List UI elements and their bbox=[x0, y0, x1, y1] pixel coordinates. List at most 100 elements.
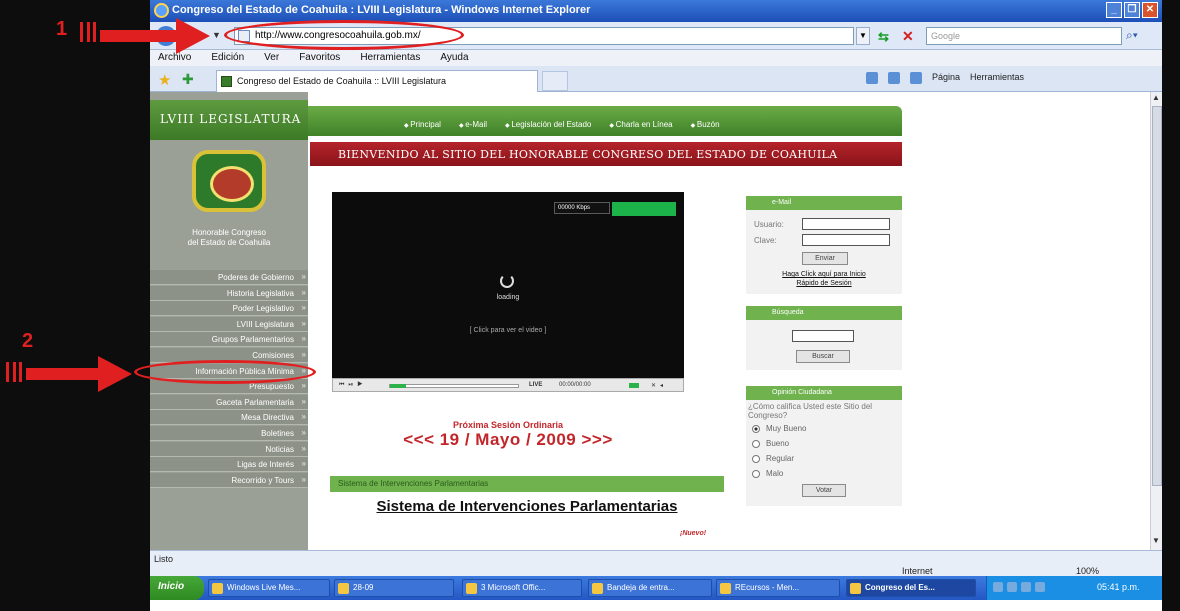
search-icon[interactable]: ⌕▾ bbox=[1126, 28, 1152, 44]
nav-principal[interactable]: Principal bbox=[404, 120, 441, 129]
menu-favoritos[interactable]: Favoritos bbox=[299, 52, 340, 66]
menu-ayuda[interactable]: Ayuda bbox=[440, 52, 468, 66]
stop-icon[interactable]: ✕ bbox=[902, 28, 914, 45]
radio-icon[interactable] bbox=[752, 454, 760, 463]
video-player[interactable]: 00000 Kbps loading [ Click para ver el v… bbox=[332, 192, 684, 378]
ie-logo-icon bbox=[154, 3, 169, 18]
task-windows-live[interactable]: Windows Live Mes... bbox=[208, 579, 330, 597]
task-congreso[interactable]: Congreso del Es... bbox=[846, 579, 976, 597]
annotation-number-2: 2 bbox=[22, 330, 34, 352]
tools-menu[interactable]: Herramientas bbox=[970, 72, 1024, 84]
poll-option-bueno[interactable]: Bueno bbox=[752, 439, 789, 448]
zoom-level[interactable]: 100% bbox=[1076, 566, 1099, 576]
nav-charla[interactable]: Charla en Línea bbox=[609, 120, 673, 129]
next-session-label: Próxima Sesión Ordinaria bbox=[452, 420, 564, 430]
poll-option-muy-bueno[interactable]: Muy Bueno bbox=[752, 424, 806, 433]
quick-login-link[interactable]: Haga Click aquí para Inicio Rápido de Se… bbox=[746, 270, 902, 288]
minimize-button[interactable]: _ bbox=[1106, 2, 1122, 18]
vote-button[interactable]: Votar bbox=[802, 484, 846, 497]
address-dropdown-icon[interactable]: ▼ bbox=[856, 27, 870, 45]
side-menu-item[interactable]: Ligas de Interés bbox=[150, 457, 308, 473]
side-menu-item[interactable]: Recorrido y Tours bbox=[150, 472, 308, 488]
system-tray: 05:41 p.m. bbox=[986, 576, 1162, 600]
send-button[interactable]: Enviar bbox=[802, 252, 848, 265]
side-menu-item[interactable]: Historia Legislativa bbox=[150, 285, 308, 301]
nav-email[interactable]: e-Mail bbox=[459, 120, 487, 129]
page-content: LVIII LEGISLATURA Honorable Congreso del… bbox=[150, 92, 1150, 550]
security-tray-icon[interactable] bbox=[1021, 582, 1031, 592]
scroll-down-icon[interactable]: ▼ bbox=[1152, 536, 1160, 545]
click-to-play-hint[interactable]: [ Click para ver el video ] bbox=[332, 327, 684, 334]
browser-window: Congreso del Estado de Coahuila : LVIII … bbox=[150, 0, 1162, 611]
messenger-icon bbox=[212, 583, 223, 594]
scroll-up-icon[interactable]: ▲ bbox=[1152, 93, 1160, 102]
nav-legislacion[interactable]: Legislación del Estado bbox=[505, 120, 591, 129]
menu-ver[interactable]: Ver bbox=[264, 52, 279, 66]
email-widget-header: e-Mail bbox=[746, 196, 902, 210]
task-office[interactable]: 3 Microsoft Offic... bbox=[462, 579, 582, 597]
menu-edicion[interactable]: Edición bbox=[211, 52, 244, 66]
side-menu-item[interactable]: Noticias bbox=[150, 441, 308, 457]
volume-tray-icon[interactable] bbox=[1007, 582, 1017, 592]
favorites-star-icon[interactable]: ★ bbox=[158, 71, 171, 89]
site-search-button[interactable]: Buscar bbox=[796, 350, 850, 363]
radio-selected-icon[interactable] bbox=[752, 424, 760, 433]
close-button[interactable]: ✕ bbox=[1142, 2, 1158, 18]
user-input[interactable] bbox=[802, 218, 890, 230]
scroll-thumb[interactable] bbox=[1152, 106, 1162, 486]
search-input[interactable]: Google bbox=[926, 27, 1122, 45]
side-menu-item[interactable]: Grupos Parlamentarios bbox=[150, 332, 308, 348]
radio-icon[interactable] bbox=[752, 439, 760, 448]
side-menu-item[interactable]: LVIII Legislatura bbox=[150, 316, 308, 332]
tab-congreso[interactable]: Congreso del Estado de Coahuila :: LVIII… bbox=[216, 70, 538, 92]
feeds-icon[interactable] bbox=[888, 72, 900, 84]
taskbar: Inicio Windows Live Mes... 28-09 3 Micro… bbox=[150, 576, 1162, 600]
poll-option-malo[interactable]: Malo bbox=[752, 469, 783, 478]
folder-icon bbox=[720, 583, 731, 594]
radio-icon[interactable] bbox=[752, 469, 760, 478]
network-icon[interactable] bbox=[993, 582, 1003, 592]
site-search-input[interactable] bbox=[792, 330, 854, 342]
seek-bar[interactable] bbox=[389, 384, 519, 388]
bitrate-display: 00000 Kbps bbox=[554, 202, 610, 214]
tray-icons bbox=[993, 582, 1045, 592]
sip-link[interactable]: Sistema de Intervenciones Parlamentarias bbox=[330, 498, 724, 515]
fullscreen-icon[interactable]: ✕◂ bbox=[651, 382, 667, 389]
password-input[interactable] bbox=[802, 234, 890, 246]
org-name-line1: Honorable Congreso bbox=[192, 228, 266, 237]
antivirus-tray-icon[interactable] bbox=[1035, 582, 1045, 592]
poll-option-regular[interactable]: Regular bbox=[752, 454, 794, 463]
next-session-date: <<< 19 / Mayo / 2009 >>> bbox=[403, 430, 613, 449]
nav-buzon[interactable]: Buzón bbox=[691, 120, 720, 129]
new-tab-button[interactable] bbox=[542, 71, 568, 91]
top-navigation: Principal e-Mail Legislación del Estado … bbox=[308, 106, 902, 136]
side-menu-item[interactable]: Poderes de Gobierno bbox=[150, 270, 308, 285]
side-menu-item[interactable]: Gaceta Parlamentaria bbox=[150, 394, 308, 410]
task-recursos[interactable]: REcursos - Men... bbox=[716, 579, 840, 597]
side-menu-item[interactable]: Poder Legislativo bbox=[150, 301, 308, 317]
print-icon[interactable] bbox=[910, 72, 922, 84]
congreso-site: LVIII LEGISLATURA Honorable Congreso del… bbox=[150, 92, 906, 550]
search-widget-header: Búsqueda bbox=[746, 306, 902, 320]
poll-widget-header: Opinión Ciudadana bbox=[746, 386, 902, 400]
menu-archivo[interactable]: Archivo bbox=[158, 52, 191, 66]
task-folder[interactable]: 28-09 bbox=[334, 579, 454, 597]
add-favorite-icon[interactable]: ✚ bbox=[182, 71, 194, 88]
annotation-arrowhead-1 bbox=[176, 18, 210, 54]
welcome-banner: BIENVENIDO AL SITIO DEL HONORABLE CONGRE… bbox=[310, 142, 902, 166]
vertical-scrollbar[interactable]: ▲ ▼ bbox=[1150, 92, 1162, 550]
side-menu-item[interactable]: Boletines bbox=[150, 425, 308, 441]
task-label: Bandeja de entra... bbox=[607, 583, 675, 592]
volume-icon[interactable] bbox=[629, 383, 639, 388]
start-button[interactable]: Inicio bbox=[150, 576, 204, 600]
history-dropdown-icon[interactable]: ▼ bbox=[212, 30, 221, 40]
playback-buttons[interactable]: ⏮⏯▶ bbox=[339, 382, 367, 389]
page-menu[interactable]: Página bbox=[932, 72, 960, 84]
maximize-button[interactable]: ❐ bbox=[1124, 2, 1140, 18]
refresh-icon[interactable]: ⇆ bbox=[878, 29, 889, 45]
task-inbox[interactable]: Bandeja de entra... bbox=[588, 579, 712, 597]
side-menu-item[interactable]: Mesa Directiva bbox=[150, 410, 308, 426]
home-icon[interactable] bbox=[866, 72, 878, 84]
menu-herramientas[interactable]: Herramientas bbox=[360, 52, 420, 66]
mail-icon bbox=[592, 583, 603, 594]
